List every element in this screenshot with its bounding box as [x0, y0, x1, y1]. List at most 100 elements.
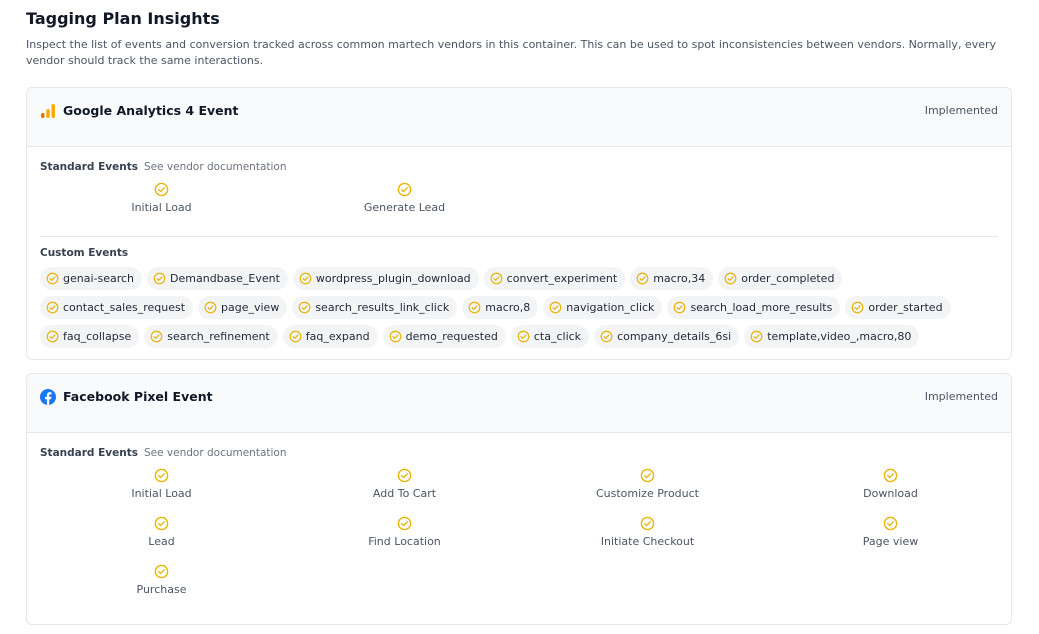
- custom-event-label: template,video_,macro,80: [767, 330, 912, 343]
- vendor-card-facebook: Facebook Pixel Event Implemented Standar…: [26, 373, 1012, 625]
- custom-events-header: Custom Events: [40, 246, 998, 260]
- custom-event-chip: search_load_more_results: [667, 296, 841, 319]
- standard-event-item: Add To Cart: [283, 468, 526, 516]
- check-circle-icon: [549, 301, 562, 314]
- check-circle-icon: [298, 301, 311, 314]
- standard-event-label: Initiate Checkout: [600, 535, 695, 548]
- custom-event-chip: cta_click: [510, 325, 590, 348]
- status-badge: Implemented: [924, 104, 998, 117]
- custom-event-label: Demandbase_Event: [170, 272, 280, 285]
- check-circle-icon: [883, 516, 898, 531]
- check-circle-icon: [600, 330, 613, 343]
- standard-event-item: Purchase: [40, 564, 283, 612]
- page-header: Tagging Plan Insights Inspect the list o…: [26, 8, 1012, 69]
- check-circle-icon: [150, 330, 163, 343]
- standard-events-header: Standard Events See vendor documentation: [40, 160, 998, 174]
- check-circle-icon: [397, 182, 412, 197]
- custom-event-label: page_view: [221, 301, 280, 314]
- custom-event-label: faq_collapse: [63, 330, 132, 343]
- custom-event-chip: convert_experiment: [483, 267, 626, 290]
- standard-event-label: Initial Load: [131, 487, 192, 500]
- custom-event-label: contact_sales_request: [63, 301, 186, 314]
- custom-event-chip: macro,34: [630, 267, 714, 290]
- standard-event-item: Page view: [769, 516, 1011, 564]
- standard-events-grid: Initial Load Add To Cart Customize Product…: [40, 468, 998, 612]
- custom-events-label: Custom Events: [40, 247, 129, 259]
- custom-event-chip: page_view: [198, 296, 288, 319]
- standard-event-label: Lead: [148, 535, 175, 548]
- standard-events-label: Standard Events: [40, 447, 138, 459]
- custom-event-chip: macro,8: [462, 296, 539, 319]
- check-circle-icon: [204, 301, 217, 314]
- vendor-documentation-link[interactable]: See vendor documentation: [144, 446, 287, 460]
- standard-event-label: Add To Cart: [372, 487, 437, 500]
- vendor-card-header: Google Analytics 4 Event Implemented: [27, 88, 1011, 147]
- page-description: Inspect the list of events and conversio…: [26, 38, 997, 67]
- custom-event-label: search_results_link_click: [315, 301, 450, 314]
- check-circle-icon: [154, 468, 169, 483]
- custom-event-chip: order_started: [845, 296, 951, 319]
- custom-event-chip: genai-search: [40, 267, 143, 290]
- standard-events-grid: Initial Load Generate Lead: [40, 182, 998, 230]
- custom-event-chip: order_completed: [718, 267, 843, 290]
- standard-event-item: Find Location: [283, 516, 526, 564]
- divider: [40, 236, 998, 237]
- standard-event-item: Lead: [40, 516, 283, 564]
- custom-event-label: order_started: [868, 301, 943, 314]
- custom-event-label: faq_expand: [305, 330, 370, 343]
- vendor-card-body: Standard Events See vendor documentation…: [27, 147, 1011, 354]
- custom-event-label: macro,34: [653, 272, 706, 285]
- custom-event-label: search_load_more_results: [690, 301, 833, 314]
- custom-event-chip: demo_requested: [382, 325, 506, 348]
- custom-event-label: genai-search: [63, 272, 135, 285]
- custom-event-chip: search_refinement: [144, 325, 278, 348]
- vendor-card-body: Standard Events See vendor documentation…: [27, 433, 1011, 612]
- standard-event-label: Customize Product: [595, 487, 699, 500]
- check-circle-icon: [154, 182, 169, 197]
- custom-event-label: wordpress_plugin_download: [315, 272, 471, 285]
- standard-event-label: Find Location: [368, 535, 441, 548]
- custom-event-chip: Demandbase_Event: [147, 267, 288, 290]
- custom-event-chip: template,video_,macro,80: [744, 325, 920, 348]
- standard-event-label: Page view: [862, 535, 919, 548]
- standard-event-label: Generate Lead: [363, 201, 446, 214]
- custom-event-label: convert_experiment: [506, 272, 618, 285]
- custom-event-label: search_refinement: [167, 330, 270, 343]
- status-badge: Implemented: [924, 390, 998, 403]
- check-circle-icon: [46, 272, 59, 285]
- check-circle-icon: [750, 330, 763, 343]
- custom-event-chip: faq_collapse: [40, 325, 140, 348]
- page-title: Tagging Plan Insights: [26, 9, 220, 28]
- custom-event-chip: company_details_6si: [594, 325, 740, 348]
- standard-event-item: Generate Lead: [283, 182, 526, 230]
- check-circle-icon: [153, 272, 166, 285]
- check-circle-icon: [389, 330, 401, 343]
- check-circle-icon: [154, 564, 169, 579]
- custom-event-label: demo_requested: [405, 330, 498, 343]
- standard-event-item: Customize Product: [526, 468, 769, 516]
- custom-event-label: order_completed: [741, 272, 835, 285]
- check-circle-icon: [289, 330, 302, 343]
- check-circle-icon: [46, 301, 59, 314]
- check-circle-icon: [46, 330, 59, 343]
- check-circle-icon: [674, 301, 686, 314]
- custom-event-chip: contact_sales_request: [40, 296, 194, 319]
- standard-event-label: Download: [863, 487, 918, 500]
- standard-event-item: Download: [769, 468, 1011, 516]
- check-circle-icon: [468, 301, 481, 314]
- custom-event-label: macro,8: [485, 301, 531, 314]
- vendor-name: Google Analytics 4 Event: [63, 103, 239, 118]
- check-circle-icon: [490, 272, 503, 285]
- standard-events-header: Standard Events See vendor documentation: [40, 446, 998, 460]
- vendor-documentation-link[interactable]: See vendor documentation: [144, 160, 287, 174]
- check-circle-icon: [517, 330, 530, 343]
- standard-event-label: Initial Load: [131, 201, 192, 214]
- check-circle-icon: [299, 272, 312, 285]
- standard-event-item: Initiate Checkout: [526, 516, 769, 564]
- custom-event-chip: wordpress_plugin_download: [292, 267, 479, 290]
- custom-event-label: cta_click: [533, 330, 582, 343]
- check-circle-icon: [640, 516, 655, 531]
- check-circle-icon: [883, 468, 898, 483]
- standard-event-item: Initial Load: [40, 468, 283, 516]
- vendor-name: Facebook Pixel Event: [63, 389, 213, 404]
